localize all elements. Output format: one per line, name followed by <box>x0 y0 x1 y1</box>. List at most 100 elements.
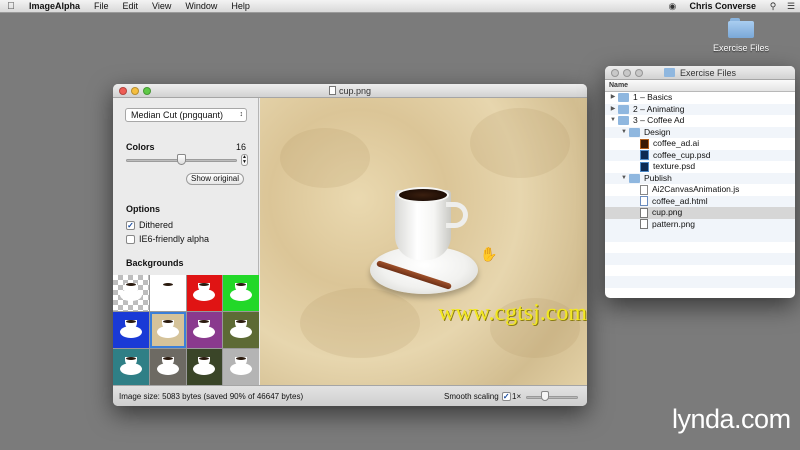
folder-file-icon <box>618 104 629 114</box>
finder-row-name: texture.psd <box>653 161 696 171</box>
dithered-label: Dithered <box>139 220 174 230</box>
menu-help[interactable]: Help <box>224 0 257 13</box>
png-file-icon <box>328 86 336 95</box>
background-swatch-white[interactable] <box>149 275 186 311</box>
zoom-level: 1× <box>512 392 522 401</box>
finder-row[interactable]: cup.png <box>605 207 795 219</box>
finder-row[interactable]: ▼ 3 – Coffee Ad <box>605 115 795 127</box>
zoom-slider-thumb[interactable] <box>541 391 549 401</box>
quantizer-select[interactable]: Median Cut (pngquant) ↕ <box>125 108 247 122</box>
image-canvas[interactable]: ✋ www.cgtsj.com <box>260 98 587 385</box>
smooth-scaling-checkbox[interactable]: ✓ <box>501 392 511 401</box>
background-swatch-moss[interactable] <box>223 312 259 348</box>
desktop-folder-exercise-files[interactable]: Exercise Files <box>706 18 776 53</box>
background-swatch-teal[interactable] <box>113 349 149 385</box>
hand-cursor-icon: ✋ <box>480 246 498 262</box>
window-titlebar[interactable]: cup.png <box>113 84 587 98</box>
background-swatch-checkerboard[interactable] <box>113 275 149 311</box>
status-bar: Image size: 5083 bytes (saved 90% of 466… <box>113 385 587 406</box>
background-swatch-metal[interactable] <box>223 349 259 385</box>
finder-row[interactable]: ▼ Publish <box>605 172 795 185</box>
disclosure-open-icon[interactable]: ▼ <box>619 173 629 185</box>
colors-label: Colors <box>126 142 155 152</box>
finder-row-name: 3 – Coffee Ad <box>633 115 685 125</box>
search-icon[interactable]: ⚲ <box>764 1 782 12</box>
options-label: Options <box>126 204 160 214</box>
cup-thumbnail <box>119 283 142 301</box>
watermark-text: www.cgtsj.com <box>438 300 587 326</box>
psd-file-icon <box>640 161 649 172</box>
menu-edit[interactable]: Edit <box>116 0 146 13</box>
folder-file-icon <box>629 127 640 137</box>
dithered-checkbox[interactable]: ✓ <box>126 220 135 230</box>
colors-value: 16 <box>236 142 247 152</box>
zoom-button[interactable] <box>143 87 151 95</box>
finder-close-button[interactable] <box>611 69 619 77</box>
ie6-option[interactable]: IE6-friendly alpha <box>126 234 209 244</box>
finder-row[interactable]: ▶ 2 – Animating <box>605 103 795 116</box>
html-file-icon <box>640 196 648 207</box>
cup-thumbnail <box>156 320 179 338</box>
finder-row[interactable]: coffee_cup.psd <box>605 149 795 161</box>
finder-row[interactable]: ▼ Design <box>605 126 795 139</box>
show-original-button[interactable]: Show original <box>186 173 244 185</box>
notification-list-icon[interactable]: ☰ <box>782 1 800 12</box>
background-swatch-red[interactable] <box>186 275 223 311</box>
close-button[interactable] <box>119 87 127 95</box>
finder-titlebar[interactable]: Exercise Files <box>605 66 795 80</box>
apple-menu-icon[interactable]:  <box>0 1 22 12</box>
colors-stepper[interactable]: ▲ ▼ <box>241 154 248 166</box>
background-swatch-texture-paper[interactable] <box>149 312 186 348</box>
finder-row[interactable]: ▶ 1 – Basics <box>605 92 795 104</box>
finder-row-name: pattern.png <box>652 218 696 229</box>
background-swatch-dark-ivy[interactable] <box>186 349 223 385</box>
finder-row-name: Design <box>644 126 671 137</box>
creative-cloud-icon[interactable]: ◉ <box>663 1 681 12</box>
ie6-checkbox[interactable] <box>126 234 135 244</box>
disclosure-closed-icon[interactable]: ▶ <box>608 104 618 116</box>
lynda-logo: lynda.com <box>672 404 791 434</box>
background-swatch-blue[interactable] <box>113 312 149 348</box>
finder-row-name: coffee_ad.ai <box>653 138 700 148</box>
finder-row[interactable]: Ai2CanvasAnimation.js <box>605 184 795 196</box>
cup-thumbnail <box>119 357 142 375</box>
disclosure-open-icon[interactable]: ▼ <box>619 127 629 139</box>
cup-thumbnail <box>193 357 216 375</box>
menu-view[interactable]: View <box>145 0 178 13</box>
minimize-button[interactable] <box>131 87 139 95</box>
folder-file-icon <box>618 93 629 103</box>
finder-row[interactable]: coffee_ad.html <box>605 195 795 207</box>
finder-empty-rows <box>605 230 795 298</box>
finder-row-name: 1 – Basics <box>633 92 673 102</box>
finder-row-name: coffee_ad.html <box>652 195 708 206</box>
updown-arrows-icon: ↕ <box>239 111 244 118</box>
disclosure-closed-icon[interactable]: ▶ <box>608 92 618 104</box>
name-column-header[interactable]: Name <box>605 80 795 92</box>
quantizer-value: Median Cut (pngquant) <box>131 110 224 120</box>
background-swatch-green[interactable] <box>223 275 259 311</box>
zoom-slider-track[interactable] <box>526 396 578 399</box>
menu-file[interactable]: File <box>87 0 116 13</box>
smooth-scaling-option[interactable]: Smooth scaling ✓ <box>444 392 511 401</box>
background-swatch-rubble[interactable] <box>149 349 186 385</box>
background-swatch-purple[interactable] <box>186 312 223 348</box>
dithered-option[interactable]: ✓ Dithered <box>126 220 173 230</box>
finder-minimize-button[interactable] <box>623 69 631 77</box>
colors-slider-thumb[interactable] <box>177 154 186 165</box>
finder-row[interactable]: coffee_ad.ai <box>605 138 795 150</box>
menu-window[interactable]: Window <box>178 0 224 13</box>
cup-thumbnail <box>230 320 253 338</box>
imagealpha-window: cup.png Median Cut (pngquant) ↕ Colors 1… <box>113 84 587 406</box>
finder-row-name: coffee_cup.psd <box>653 149 711 160</box>
coffee-surface-image <box>397 187 449 203</box>
finder-row[interactable]: texture.psd <box>605 161 795 173</box>
desktop-folder-label: Exercise Files <box>712 43 769 53</box>
finder-zoom-button[interactable] <box>635 69 643 77</box>
disclosure-open-icon[interactable]: ▼ <box>608 115 618 127</box>
user-name[interactable]: Chris Converse <box>681 1 764 11</box>
cup-thumbnail <box>230 283 253 301</box>
menu-app-name[interactable]: ImageAlpha <box>22 0 87 13</box>
finder-row[interactable]: pattern.png <box>605 218 795 230</box>
image-size-info: Image size: 5083 bytes (saved 90% of 466… <box>119 392 304 401</box>
finder-file-list: ▶ 1 – Basics ▶ 2 – Animating ▼ 3 – Coffee Ad ▼… <box>605 92 795 230</box>
